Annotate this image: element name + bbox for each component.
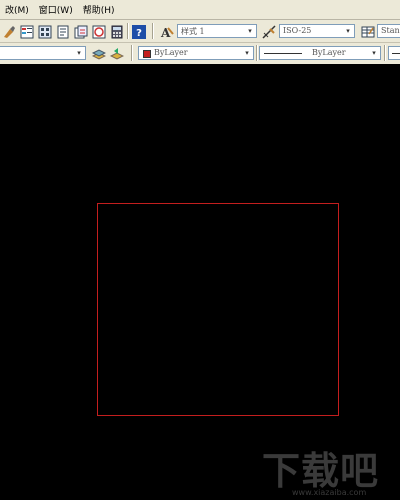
- lineweight-combo[interactable]: [388, 46, 400, 60]
- table-style-icon[interactable]: [361, 24, 375, 38]
- menu-help[interactable]: 帮助(H): [78, 3, 120, 16]
- watermark: 下载吧 www.xiazaiba.com: [262, 440, 392, 500]
- table-style-combo[interactable]: Stan: [377, 24, 400, 38]
- tool-palettes-icon[interactable]: [56, 24, 70, 39]
- match-properties-icon[interactable]: [2, 24, 16, 38]
- chevron-down-icon: ▾: [372, 49, 376, 57]
- linetype-preview-line: [264, 53, 302, 54]
- svg-text:A: A: [160, 26, 171, 39]
- linetype-value: ByLayer: [312, 48, 346, 57]
- standard-toolbar: ? A 样式 1 ▾ ISO-25 ▾ Stan: [0, 20, 400, 43]
- svg-text:?: ?: [136, 28, 142, 39]
- chevron-down-icon: ▾: [248, 27, 252, 35]
- red-rectangle[interactable]: [97, 203, 339, 416]
- table-style-value: Stan: [381, 26, 400, 35]
- watermark-url: www.xiazaiba.com: [292, 488, 367, 497]
- sheet-set-icon[interactable]: [74, 24, 88, 39]
- watermark-text: 下载吧: [262, 449, 380, 493]
- menu-bar: 改(M) 窗口(W) 帮助(H): [0, 0, 400, 20]
- dimension-style-value: ISO-25: [283, 26, 312, 35]
- help-icon[interactable]: ?: [132, 24, 146, 39]
- text-style-combo[interactable]: 样式 1 ▾: [177, 24, 257, 38]
- layer-combo[interactable]: ▾: [0, 46, 86, 60]
- properties-icon[interactable]: [20, 24, 34, 39]
- menu-window[interactable]: 窗口(W): [34, 3, 78, 16]
- chevron-down-icon: ▾: [346, 27, 350, 35]
- dimension-style-combo[interactable]: ISO-25 ▾: [279, 24, 355, 38]
- layer-state-icon[interactable]: [91, 46, 107, 60]
- text-style-value: 样式 1: [181, 27, 205, 36]
- design-center-icon[interactable]: [38, 24, 52, 39]
- chevron-down-icon: ▾: [77, 49, 81, 57]
- lineweight-preview-line: [392, 53, 400, 54]
- text-style-icon[interactable]: A: [160, 24, 174, 40]
- calculator-icon[interactable]: [110, 24, 124, 39]
- drawing-canvas[interactable]: 下载吧 www.xiazaiba.com: [0, 64, 400, 497]
- linetype-combo[interactable]: ByLayer ▾: [259, 46, 381, 60]
- color-swatch: [143, 50, 151, 58]
- color-value: ByLayer: [154, 48, 188, 57]
- layers-toolbar: ▾ ByLayer ▾ ByLayer ▾: [0, 43, 400, 65]
- chevron-down-icon: ▾: [245, 49, 249, 57]
- menu-modify[interactable]: 改(M): [0, 3, 34, 16]
- color-combo[interactable]: ByLayer ▾: [138, 46, 254, 60]
- markup-icon[interactable]: [92, 24, 106, 39]
- dimension-style-icon[interactable]: [262, 24, 276, 39]
- layer-previous-icon[interactable]: [109, 46, 125, 60]
